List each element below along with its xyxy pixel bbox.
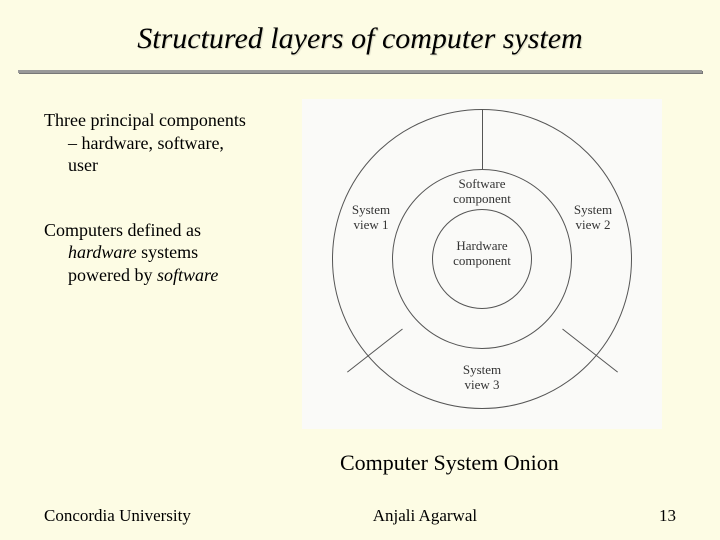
p2-line1: Computers defined as [44,220,201,240]
p1-line3: user [44,154,294,177]
p2-hardware: hardware [68,242,137,262]
label-system-view-1: System view 1 [346,203,396,233]
footer-center: Anjali Agarwal [373,506,477,526]
label-system-view-2: System view 2 [568,203,618,233]
p2-line2: hardware systems [44,241,294,264]
footer-left: Concordia University [44,506,191,526]
label-hardware-component: Hardware component [442,239,522,269]
content-area: Three principal components – hardware, s… [0,77,720,439]
spoke-top [482,109,483,169]
footer-right: 13 [659,506,676,526]
paragraph-2: Computers defined as hardware systems po… [44,219,294,287]
p2-powered: powered by [68,265,157,285]
p1-line1: Three principal components [44,110,246,130]
p2-systems: systems [137,242,199,262]
footer: Concordia University Anjali Agarwal 13 [0,506,720,526]
diagram-caption: Computer System Onion [340,450,559,476]
horizontal-rule [18,70,702,73]
p1-line2: – hardware, software, [44,132,294,155]
slide-title: Structured layers of computer system [0,0,720,70]
paragraph-1: Three principal components – hardware, s… [44,109,294,177]
label-software-component: Software component [442,177,522,207]
diagram-column: System view 1 Software component System … [294,109,700,439]
p2-software: software [157,265,218,285]
onion-diagram: System view 1 Software component System … [302,99,662,429]
text-column: Three principal components – hardware, s… [44,109,294,439]
p2-line3: powered by software [44,264,294,287]
label-system-view-3: System view 3 [452,363,512,393]
